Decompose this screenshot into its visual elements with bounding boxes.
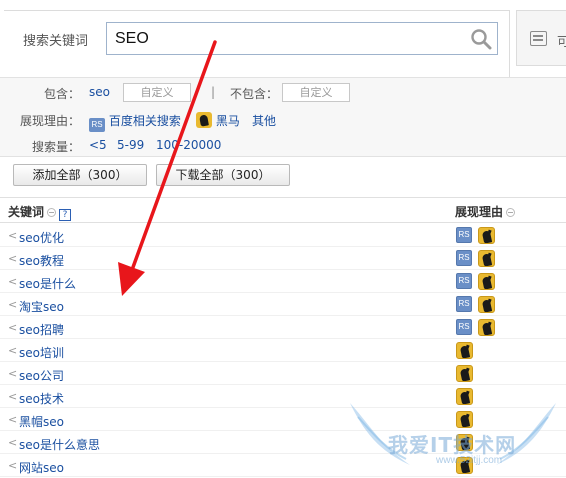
exclude-custom-button[interactable]: 自定义	[282, 83, 350, 102]
search-input[interactable]: SEO	[106, 22, 498, 55]
keyword-link[interactable]: seo技术	[19, 390, 64, 407]
table-row[interactable]: < seo优化 RS	[0, 224, 566, 247]
search-header: 搜索关键词 SEO 可	[0, 0, 566, 77]
keyword-link[interactable]: seo招聘	[19, 321, 64, 338]
include-value[interactable]: seo	[89, 85, 110, 99]
expand-icon[interactable]: <	[8, 367, 17, 380]
table-row[interactable]: < 淘宝seo RS	[0, 293, 566, 316]
rs-icon: RS	[456, 250, 472, 266]
volume-option[interactable]: <5	[89, 138, 107, 152]
volume-label: 搜索量：	[31, 140, 80, 154]
side-tab-label: 可	[557, 35, 566, 50]
table-header: 关键词? 展现理由	[0, 197, 566, 223]
black-horse-icon	[456, 365, 473, 382]
black-horse-icon	[456, 388, 473, 405]
rs-icon: RS	[89, 118, 105, 132]
action-bar: 添加全部（300） 下载全部（300）	[0, 158, 566, 195]
black-horse-icon	[478, 273, 495, 290]
search-label: 搜索关键词	[23, 34, 89, 49]
keyword-link[interactable]: 淘宝seo	[19, 298, 64, 315]
table-row[interactable]: < seo技术	[0, 385, 566, 408]
black-horse-icon	[196, 112, 212, 128]
reason-column-header[interactable]: 展现理由	[455, 203, 516, 220]
black-horse-icon	[456, 342, 473, 359]
black-horse-icon	[478, 250, 495, 267]
reason-option-label: 百度相关搜索	[108, 114, 181, 128]
expand-icon[interactable]: <	[8, 321, 17, 334]
table-row[interactable]: < seo是什么 RS	[0, 270, 566, 293]
black-horse-icon	[456, 411, 473, 428]
reason-column-label: 展现理由	[455, 205, 504, 219]
reason-option-black-horse[interactable]: 黑马	[196, 112, 240, 129]
list-icon	[530, 31, 547, 46]
include-custom-button[interactable]: 自定义	[123, 83, 191, 102]
include-filter-row: 包含： seo 自定义 | 不包含： 自定义	[0, 81, 566, 103]
volume-option[interactable]: 5-99	[117, 138, 144, 152]
table-row[interactable]: < seo培训	[0, 339, 566, 362]
table-row[interactable]: < seo公司	[0, 362, 566, 385]
expand-icon[interactable]: <	[8, 390, 17, 403]
keyword-link[interactable]: seo优化	[19, 229, 64, 246]
expand-icon[interactable]: <	[8, 229, 17, 242]
keyword-column-header[interactable]: 关键词?	[8, 203, 72, 221]
table-row[interactable]: < seo是什么意思	[0, 431, 566, 454]
expand-icon[interactable]: <	[8, 252, 17, 265]
table-row[interactable]: < seo教程 RS	[0, 247, 566, 270]
black-horse-icon	[478, 296, 495, 313]
sort-icon[interactable]	[47, 208, 57, 217]
black-horse-icon	[478, 319, 495, 336]
include-label: 包含：	[43, 87, 80, 101]
rs-icon: RS	[456, 227, 472, 243]
volume-filter-row: 搜索量： <5 5-99 100-20000	[0, 134, 566, 156]
black-horse-icon	[456, 434, 473, 451]
keyword-link[interactable]: 网站seo	[19, 459, 64, 476]
reason-label: 展现理由：	[19, 114, 80, 128]
keyword-link[interactable]: seo是什么	[19, 275, 76, 292]
keyword-link[interactable]: seo公司	[19, 367, 64, 384]
search-input-value[interactable]: SEO	[115, 30, 149, 48]
expand-icon[interactable]: <	[8, 344, 17, 357]
rs-icon: RS	[456, 319, 472, 335]
search-icon[interactable]	[470, 28, 492, 50]
keyword-link[interactable]: 黑帽seo	[19, 413, 64, 430]
sort-icon[interactable]	[506, 208, 516, 217]
reason-option-rs[interactable]: RS 百度相关搜索	[89, 112, 181, 132]
reason-option-label: 黑马	[215, 114, 240, 128]
add-all-button[interactable]: 添加全部（300）	[13, 164, 147, 186]
table-row[interactable]: < 黑帽seo	[0, 408, 566, 431]
reason-option-other[interactable]: 其他	[252, 112, 276, 129]
filter-separator: |	[211, 85, 216, 99]
keyword-link[interactable]: seo是什么意思	[19, 436, 100, 453]
exclude-label: 不包含：	[230, 87, 279, 101]
rs-icon: RS	[456, 273, 472, 289]
expand-icon[interactable]: <	[8, 436, 17, 449]
table-row[interactable]: < 网站seo	[0, 454, 566, 477]
expand-icon[interactable]: <	[8, 275, 17, 288]
expand-icon[interactable]: <	[8, 413, 17, 426]
expand-icon[interactable]: <	[8, 298, 17, 311]
reason-filter-row: 展现理由： RS 百度相关搜索 黑马 其他	[0, 108, 566, 132]
keyword-list: < seo优化 RS < seo教程 RS < seo是什么 RS < 淘宝se…	[0, 224, 566, 477]
help-icon[interactable]: ?	[59, 209, 72, 221]
expand-icon[interactable]: <	[8, 459, 17, 472]
rs-icon: RS	[456, 296, 472, 312]
side-tab[interactable]: 可	[516, 10, 566, 66]
keyword-link[interactable]: seo培训	[19, 344, 64, 361]
download-all-button[interactable]: 下载全部（300）	[156, 164, 290, 186]
keyword-column-label: 关键词	[8, 205, 45, 219]
keyword-link[interactable]: seo教程	[19, 252, 64, 269]
table-row[interactable]: < seo招聘 RS	[0, 316, 566, 339]
black-horse-icon	[478, 227, 495, 244]
volume-option[interactable]: 100-20000	[156, 138, 221, 152]
filter-panel: 包含： seo 自定义 | 不包含： 自定义 展现理由： RS 百度相关搜索 黑…	[0, 77, 566, 157]
black-horse-icon	[456, 457, 473, 474]
